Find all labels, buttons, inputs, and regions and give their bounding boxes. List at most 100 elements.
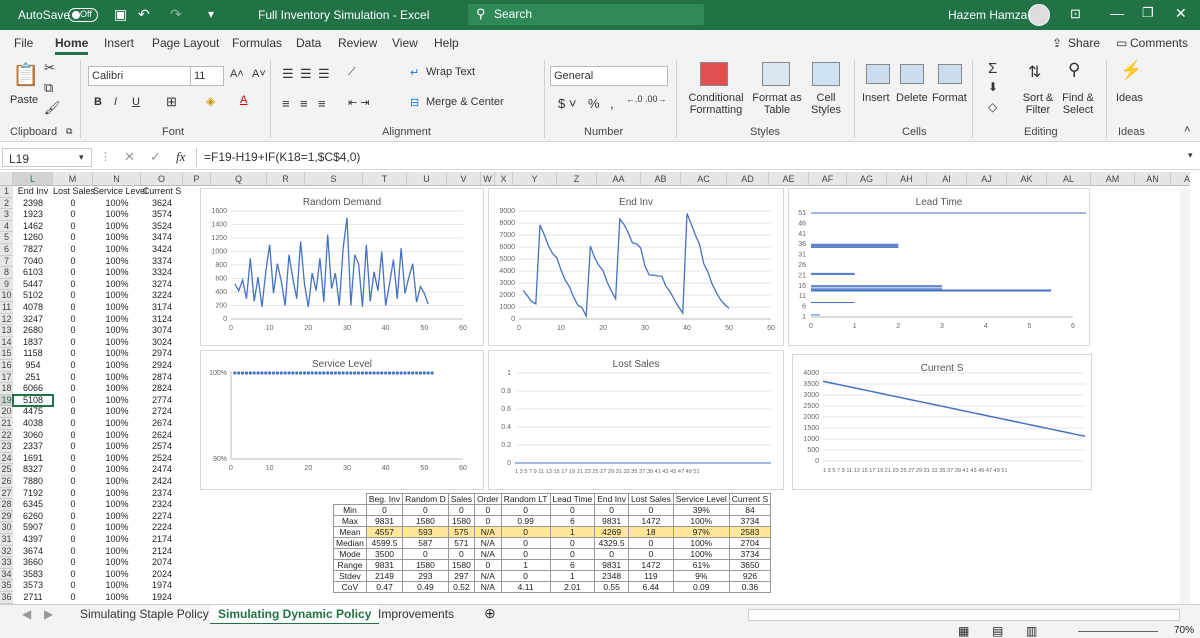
row-header[interactable]: 28 (0, 499, 13, 511)
table-cell[interactable]: 1158 (13, 348, 53, 359)
row-header[interactable]: 1 (0, 186, 13, 198)
align-middle-icon[interactable]: ☰ (300, 66, 312, 82)
table-cell[interactable]: 3674 (13, 546, 53, 557)
merge-icon[interactable]: ⊟ (410, 96, 419, 109)
table-cell[interactable]: 2398 (13, 198, 53, 209)
horizontal-scrollbar[interactable] (748, 609, 1180, 621)
row-header[interactable]: 16 (0, 360, 13, 372)
table-cell[interactable]: 4078 (13, 302, 53, 313)
table-cell[interactable]: 3324 (141, 267, 183, 278)
table-cell[interactable]: 2024 (141, 569, 183, 580)
table-cell[interactable]: 2711 (13, 592, 53, 603)
chart-lead-time[interactable]: Lead Time 1 6 11 16 21 26 31 36 41 46 51 0 1 2 3 4 5 6 (788, 188, 1090, 346)
column-header[interactable]: W (481, 172, 495, 186)
row-header[interactable]: 8 (0, 267, 13, 279)
format-as-table-button[interactable]: Format as Table (750, 92, 804, 116)
font-name-select[interactable]: Calibri (88, 66, 206, 86)
column-header[interactable]: AH (887, 172, 927, 186)
add-sheet-icon[interactable]: ⊕ (484, 605, 496, 622)
table-cell[interactable]: 0 (53, 464, 93, 475)
table-cell[interactable]: 100% (93, 395, 141, 406)
row-header[interactable]: 26 (0, 476, 13, 488)
row-header[interactable]: 11 (0, 302, 13, 314)
cancel-icon[interactable]: ✕ (124, 149, 135, 165)
table-cell[interactable]: 4397 (13, 534, 53, 545)
table-cell[interactable]: 100% (93, 441, 141, 452)
column-header[interactable]: N (93, 172, 141, 186)
column-header[interactable]: M (53, 172, 93, 186)
row-header[interactable]: 6 (0, 244, 13, 256)
row-header[interactable]: 9 (0, 278, 13, 291)
sort-filter-button[interactable]: Sort & Filter (1018, 92, 1058, 116)
table-cell[interactable]: 2974 (141, 348, 183, 359)
table-cell[interactable]: 0 (53, 279, 93, 290)
close-icon[interactable]: ✕ (1175, 5, 1187, 22)
find-select-icon[interactable]: ⚲ (1068, 60, 1080, 80)
table-cell[interactable]: 0 (53, 325, 93, 336)
table-cell[interactable]: 2724 (141, 406, 183, 417)
clear-icon[interactable]: ◇ (988, 100, 997, 114)
sheet-tab-staple[interactable]: Simulating Staple Policy (80, 607, 209, 621)
table-cell[interactable]: 0 (53, 580, 93, 591)
table-cell[interactable]: 100% (93, 232, 141, 243)
table-cell[interactable]: 2624 (141, 430, 183, 441)
table-cell[interactable]: 0 (53, 511, 93, 522)
decrease-font-icon[interactable]: A˅ (252, 68, 266, 80)
table-cell[interactable]: 2574 (141, 441, 183, 452)
expand-formula-icon[interactable]: ▾ (1188, 150, 1193, 161)
table-cell[interactable]: 6345 (13, 499, 53, 510)
column-header[interactable]: Q (211, 172, 267, 186)
table-cell[interactable]: 3174 (141, 302, 183, 313)
sort-filter-icon[interactable]: ⇅ (1028, 62, 1041, 82)
table-cell[interactable]: 100% (93, 453, 141, 464)
column-header[interactable]: AJ (967, 172, 1007, 186)
table-cell[interactable]: 0 (53, 488, 93, 499)
row-header[interactable]: 13 (0, 325, 13, 337)
table-cell[interactable]: 1462 (13, 221, 53, 232)
column-header[interactable]: AI (927, 172, 967, 186)
table-cell[interactable]: 1691 (13, 453, 53, 464)
column-header[interactable]: T (363, 172, 407, 186)
column-header[interactable]: AK (1007, 172, 1047, 186)
table-cell[interactable]: 2224 (141, 522, 183, 533)
table-cell[interactable]: 100% (93, 476, 141, 487)
table-cell[interactable]: 0 (53, 557, 93, 568)
table-cell[interactable]: 100% (93, 534, 141, 545)
table-cell[interactable]: 0 (53, 372, 93, 383)
table-cell[interactable]: 5102 (13, 290, 53, 301)
row-header[interactable]: 27 (0, 487, 13, 500)
borders-icon[interactable]: ⊞ (166, 94, 177, 110)
undo-icon[interactable]: ↶ (138, 6, 150, 23)
align-bottom-icon[interactable]: ☰ (318, 66, 330, 82)
table-cell[interactable]: 0 (53, 256, 93, 267)
wrap-text-button[interactable]: Wrap Text (426, 66, 475, 78)
tab-help[interactable]: Help (434, 36, 459, 50)
column-header[interactable]: AC (681, 172, 727, 186)
table-cell[interactable]: 100% (93, 522, 141, 533)
chart-lost-sales[interactable]: Lost Sales 0 0.2 0.4 0.6 0.8 1 1 3 5 7 9 11 13… (488, 350, 784, 490)
table-cell[interactable]: 3224 (141, 290, 183, 301)
comma-icon[interactable]: , (610, 96, 614, 111)
align-center-icon[interactable]: ≡ (300, 96, 308, 111)
row-header[interactable]: 33 (0, 557, 13, 569)
table-cell[interactable]: 0 (53, 348, 93, 359)
header-cell[interactable]: Current S (141, 186, 183, 197)
table-cell[interactable]: 3247 (13, 314, 53, 325)
table-cell[interactable]: 0 (53, 267, 93, 278)
conditional-formatting-button[interactable]: Conditional Formatting (686, 92, 746, 116)
row-header[interactable]: 2 (0, 197, 13, 210)
wrap-text-icon[interactable]: ↵ (410, 66, 419, 79)
table-cell[interactable]: 3274 (141, 279, 183, 290)
row-header[interactable]: 23 (0, 441, 13, 453)
delete-cells-icon[interactable] (900, 64, 924, 84)
row-header[interactable]: 31 (0, 534, 13, 546)
table-cell[interactable]: 3124 (141, 314, 183, 325)
table-cell[interactable]: 100% (93, 511, 141, 522)
column-header[interactable]: AM (1091, 172, 1135, 186)
row-header[interactable]: 35 (0, 580, 13, 592)
number-format-select[interactable]: General (550, 66, 668, 86)
table-cell[interactable]: 100% (93, 546, 141, 557)
minimize-icon[interactable]: — (1110, 5, 1124, 21)
table-cell[interactable]: 0 (53, 406, 93, 417)
table-cell[interactable]: 100% (93, 464, 141, 475)
